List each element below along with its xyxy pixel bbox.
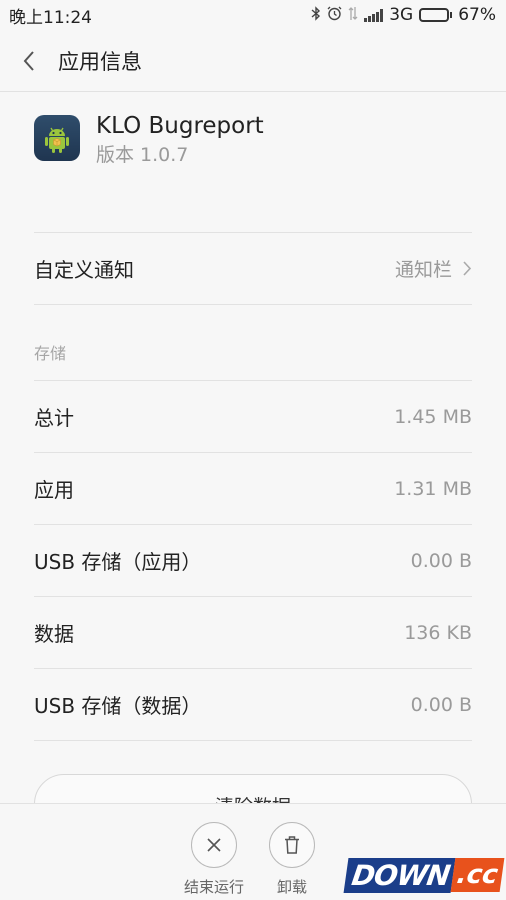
status-bar: 晚上11:24 3G 67% <box>0 0 506 30</box>
app-version: 版本 1.0.7 <box>96 144 189 166</box>
storage-row-label: 数据 <box>34 622 74 646</box>
storage-row-label: USB 存储（应用） <box>34 550 202 574</box>
divider <box>34 304 472 305</box>
storage-row-app: 应用 1.31 MB <box>34 453 472 524</box>
page-title: 应用信息 <box>58 49 142 74</box>
storage-row-value: 0.00 B <box>410 693 472 716</box>
trash-icon <box>269 822 315 868</box>
signal-icon <box>364 8 384 22</box>
close-icon <box>191 822 237 868</box>
watermark-main: DOWN <box>343 857 456 893</box>
uninstall-label: 卸载 <box>276 878 307 896</box>
status-time: 晚上11:24 <box>9 7 92 28</box>
storage-row-value: 1.31 MB <box>394 477 472 500</box>
uninstall-button[interactable]: 卸载 <box>252 822 332 897</box>
android-app-icon <box>34 115 80 161</box>
back-button[interactable] <box>0 30 58 92</box>
data-transfer-icon <box>348 6 358 25</box>
notification-label: 自定义通知 <box>34 257 134 282</box>
watermark-logo: DOWN .cc <box>343 854 505 896</box>
bluetooth-icon <box>311 5 321 25</box>
notification-value: 通知栏 <box>394 258 452 281</box>
divider <box>34 740 472 741</box>
storage-row-value: 1.45 MB <box>394 405 472 428</box>
storage-row-usb-app: USB 存储（应用） 0.00 B <box>34 525 472 596</box>
storage-row-total: 总计 1.45 MB <box>34 381 472 452</box>
storage-section-label: 存储 <box>34 344 67 363</box>
force-stop-label: 结束运行 <box>183 878 244 896</box>
title-bar: 应用信息 <box>0 30 506 92</box>
battery-icon <box>419 8 453 22</box>
force-stop-button[interactable]: 结束运行 <box>174 822 254 897</box>
network-type: 3G <box>389 5 414 25</box>
app-name: KLO Bugreport <box>96 113 264 139</box>
storage-row-value: 0.00 B <box>410 549 472 572</box>
storage-row-label: USB 存储（数据） <box>34 694 202 718</box>
chevron-left-icon <box>23 50 34 71</box>
battery-percent: 67% <box>458 5 496 25</box>
storage-row-label: 应用 <box>34 478 74 502</box>
chevron-right-icon <box>463 260 472 276</box>
alarm-icon <box>327 6 342 25</box>
storage-row-label: 总计 <box>34 406 74 430</box>
storage-row-value: 136 KB <box>404 621 472 644</box>
storage-row-data: 数据 136 KB <box>34 597 472 668</box>
app-header: KLO Bugreport 版本 1.0.7 <box>34 110 264 168</box>
storage-row-usb-data: USB 存储（数据） 0.00 B <box>34 669 472 740</box>
watermark-suffix: .cc <box>450 858 505 892</box>
notification-setting-row[interactable]: 自定义通知 通知栏 <box>34 233 472 303</box>
